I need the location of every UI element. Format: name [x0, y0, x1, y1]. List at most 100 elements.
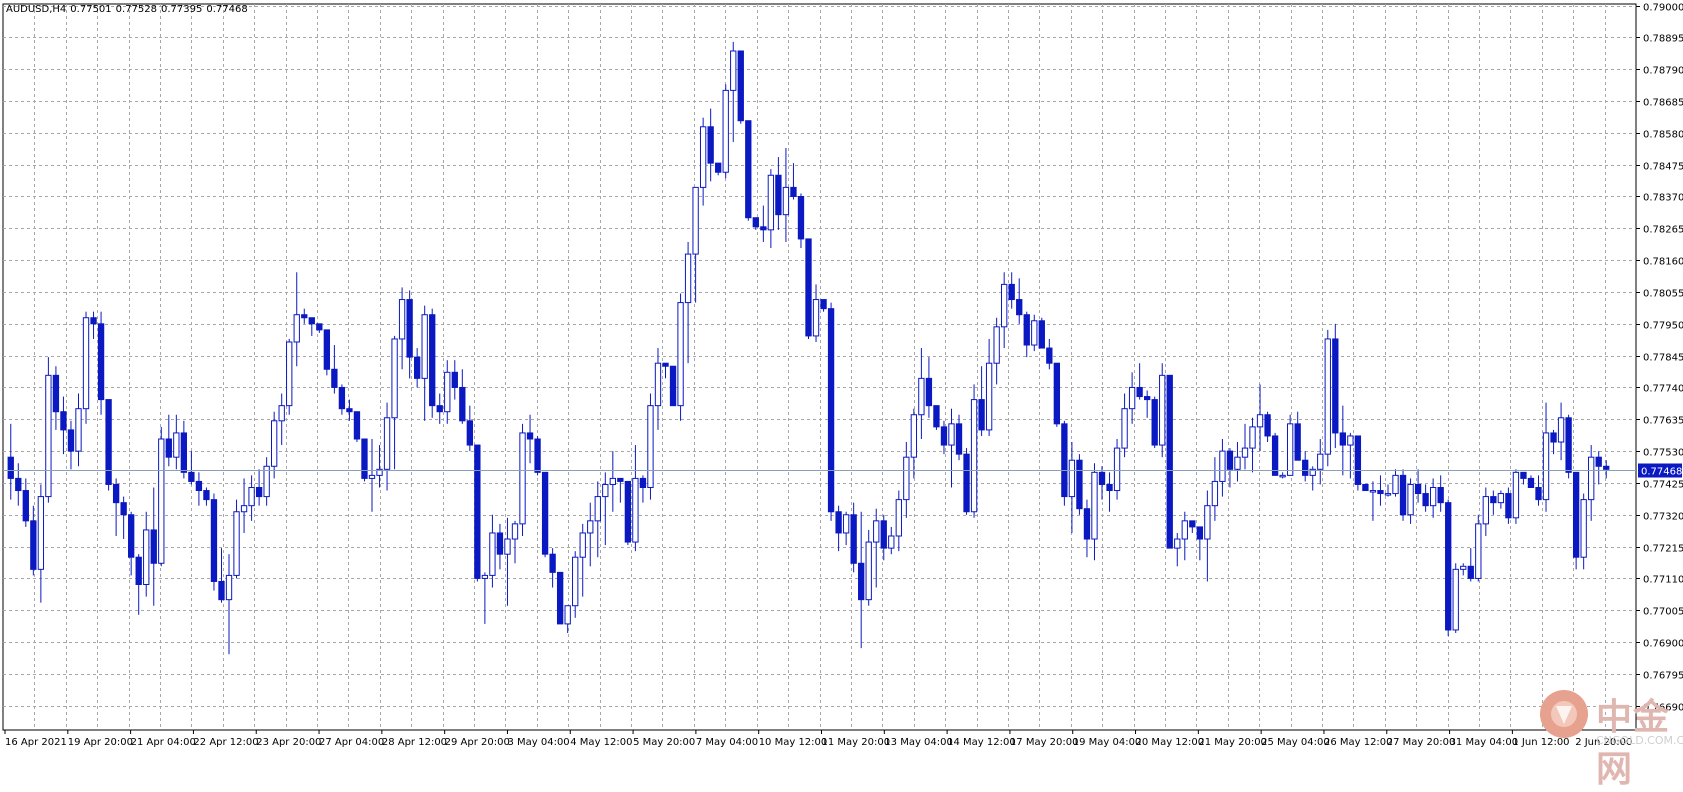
x-axis-tick-label: 5 May 20:00: [633, 737, 695, 748]
candle-body-bullish: [368, 474, 376, 479]
candle-body-bearish: [1189, 520, 1196, 528]
x-axis-tick-label: 17 May 20:00: [1010, 737, 1079, 748]
candle-body-bearish: [955, 423, 963, 455]
candle-body-bearish: [1016, 299, 1023, 316]
candle-body-bullish: [173, 432, 180, 458]
candle-body-bearish: [624, 480, 632, 543]
x-axis-tick-label: 4 May 12:00: [570, 737, 632, 748]
cngold-logo-icon: [1540, 690, 1588, 738]
candle-body-bearish: [1362, 483, 1369, 492]
x-axis-tick-label: 27 May 20:00: [1387, 737, 1456, 748]
candle-body-bearish: [496, 532, 504, 555]
candle-body-bullish: [293, 314, 300, 343]
candle-body-bearish: [1377, 490, 1384, 495]
y-axis-tick-label: 0.79000: [1643, 3, 1683, 14]
candle-body-bearish: [1520, 471, 1527, 479]
candle-body-bullish: [888, 535, 895, 549]
candle-body-bullish: [45, 374, 52, 498]
candle-body-bearish: [7, 456, 14, 479]
candle-body-bearish: [429, 314, 436, 407]
candle-body-bullish: [504, 538, 511, 555]
candle-body-bullish: [421, 314, 428, 379]
candle-body-bearish: [1603, 465, 1610, 470]
candle-body-bearish: [541, 471, 549, 555]
candle-body-bearish: [1572, 471, 1580, 558]
candle-body-bearish: [180, 432, 188, 473]
candle-body-bullish: [647, 405, 654, 488]
candle-body-bullish: [1031, 320, 1038, 346]
candle-body-bullish: [1512, 471, 1520, 519]
candle-body-bullish: [812, 299, 820, 337]
candle-body-bearish: [316, 323, 323, 331]
candle-body-bearish: [1490, 496, 1497, 504]
symbol-label: AUDUSD,H4: [6, 4, 67, 15]
candle-body-bearish: [1565, 417, 1572, 473]
candle-body-bearish: [1535, 486, 1542, 501]
candle-body-bullish: [511, 523, 519, 540]
candle-body-bullish: [918, 377, 925, 416]
candle-body-bearish: [1151, 399, 1158, 446]
candle-body-bullish: [1249, 426, 1256, 449]
y-axis-tick-label: 0.78895: [1643, 34, 1683, 45]
candlestick-chart-svg[interactable]: 0.79000 0.78895 0.78790 0.78685 0.78580 0.784…: [0, 0, 1683, 760]
candle-body-bearish: [1399, 474, 1407, 516]
candle-body-bearish: [790, 186, 797, 197]
candle-body-bullish: [1128, 386, 1136, 410]
candle-body-bearish: [112, 483, 120, 504]
candle-body-bullish: [1211, 480, 1219, 507]
candle-body-bearish: [1332, 338, 1339, 434]
candle-body-bullish: [82, 317, 90, 410]
candle-body-bullish: [910, 414, 918, 458]
candle-body-bullish: [1241, 447, 1249, 458]
candle-body-bullish: [873, 520, 880, 543]
candle-body-bearish: [97, 323, 105, 401]
candle-body-bearish: [820, 299, 827, 310]
candle-body-bullish: [654, 362, 662, 407]
candle-body-bullish: [692, 186, 699, 255]
y-axis-tick-label: 0.78055: [1643, 289, 1683, 300]
candle-body-bearish: [1595, 456, 1602, 467]
candle-body-bearish: [1414, 483, 1422, 495]
y-axis-tick-label: 0.77110: [1643, 575, 1683, 586]
candle-body-bearish: [1008, 283, 1015, 301]
candle-body-bearish: [1271, 435, 1279, 476]
y-axis-tick-label: 0.77845: [1643, 353, 1683, 364]
last-price-tag-label: 0.77468: [1641, 467, 1682, 478]
x-axis-tick-label: 25 May 04:00: [1261, 737, 1330, 748]
candle-body-bearish: [451, 371, 458, 388]
candle-body-bearish: [188, 471, 195, 482]
y-axis-tick-label: 0.78370: [1643, 193, 1683, 204]
candle-body-bullish: [1384, 493, 1392, 496]
candle-body-bullish: [398, 299, 406, 340]
candle-body-bullish: [1159, 374, 1166, 446]
candle-body-bearish: [617, 477, 624, 482]
candle-body-bearish: [662, 362, 669, 367]
candle-body-bearish: [323, 329, 331, 370]
x-axis-tick-label: 14 May 12:00: [947, 737, 1016, 748]
chart-info-line: AUDUSD,H4 0.77501 0.77528 0.77395 0.77468: [6, 4, 252, 15]
candle-body-bearish: [963, 453, 970, 513]
candle-body-bearish: [1467, 565, 1474, 579]
candle-body-bearish: [669, 365, 677, 407]
candle-body-bullish: [895, 499, 902, 537]
candle-body-bearish: [474, 444, 481, 579]
candle-body-bullish: [782, 186, 790, 216]
candle-body-bullish: [1256, 414, 1264, 428]
candle-body-bearish: [301, 314, 308, 319]
candle-body-bearish: [835, 511, 842, 534]
candle-body-bearish: [797, 195, 805, 240]
candle-body-bullish: [489, 532, 496, 576]
candle-body-bullish: [225, 574, 233, 601]
candle-body-bullish: [286, 341, 293, 407]
candle-body-bearish: [165, 438, 172, 458]
candle-body-bullish: [587, 520, 594, 534]
price-chart[interactable]: 0.79000 0.78895 0.78790 0.78685 0.78580 0.784…: [0, 0, 1683, 760]
y-axis-tick-label: 0.77425: [1643, 480, 1683, 491]
candle-body-bullish: [730, 50, 737, 91]
candle-body-bearish: [1023, 314, 1030, 346]
candle-body-bearish: [1302, 459, 1309, 476]
candle-body-bearish: [195, 480, 203, 492]
y-axis-tick-label: 0.78790: [1643, 66, 1683, 77]
x-axis-tick-label: 29 Apr 20:00: [445, 737, 510, 748]
candle-body-bullish: [985, 362, 993, 431]
